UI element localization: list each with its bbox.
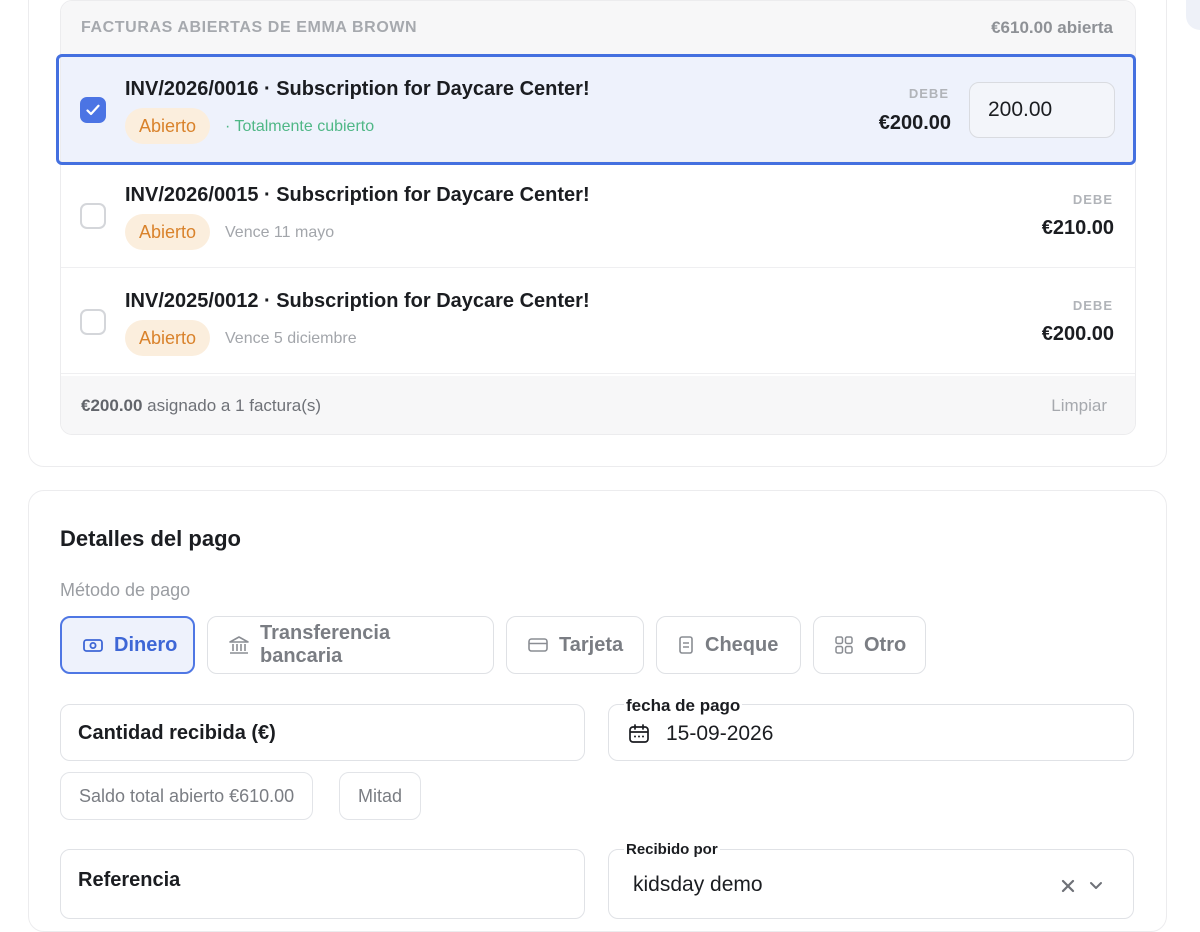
open-invoices-title: FACTURAS ABIERTAS DE EMMA BROWN	[81, 19, 418, 36]
payment-method-label-text: Tarjeta	[559, 633, 624, 656]
invoice-checkbox[interactable]	[80, 203, 106, 229]
received-by-select[interactable]: kidsday demo	[608, 849, 1134, 919]
grid-icon	[835, 636, 853, 654]
invoice-title: INV/2026/0015 · Subscription for Daycare…	[125, 184, 590, 206]
reference-field[interactable]: Referencia	[60, 849, 585, 919]
invoice-row[interactable]: INV/2026/0015 · Subscription for Daycare…	[61, 162, 1135, 268]
received-by-value: kidsday demo	[633, 873, 763, 896]
due-label: DEBE	[908, 86, 949, 101]
status-badge: Abierto	[125, 320, 211, 356]
open-invoices-panel: FACTURAS ABIERTAS DE EMMA BROWN €610.00 …	[60, 0, 1136, 435]
open-invoices-header: FACTURAS ABIERTAS DE EMMA BROWN €610.00 …	[61, 1, 1135, 56]
open-invoices-total: €610.00 abierta	[991, 18, 1113, 37]
amount-received-field[interactable]: Cantidad recibida (€)	[60, 704, 585, 761]
invoice-title: INV/2026/0016 · Subscription for Daycare…	[125, 78, 590, 100]
payment-method-label-text: Cheque	[705, 633, 779, 656]
status-badge: Abierto	[125, 214, 211, 250]
invoice-title: INV/2025/0012 · Subscription for Daycare…	[125, 290, 590, 312]
due-amount: €200.00	[878, 112, 951, 134]
coverage-note: · Totalmente cubierto	[225, 118, 375, 135]
allocation-amount-input[interactable]	[969, 82, 1115, 138]
payment-method-bank-transfer-button[interactable]: Transferencia bancaria	[207, 616, 494, 674]
payment-date-value: 15-09-2026	[666, 722, 774, 745]
allocation-summary: €200.00 asignado a 1 factura(s)	[81, 396, 321, 416]
invoice-checkbox[interactable]	[80, 97, 106, 123]
check-icon	[86, 104, 100, 116]
side-panel-edge	[1186, 0, 1200, 30]
payment-date-label: fecha de pago	[624, 696, 743, 716]
invoice-checkbox[interactable]	[80, 309, 106, 335]
full-balance-chip[interactable]: Saldo total abierto €610.00	[60, 772, 314, 820]
due-amount: €200.00	[1041, 323, 1114, 345]
invoice-row[interactable]: INV/2026/0016 · Subscription for Daycare…	[61, 56, 1135, 162]
payment-method-cheque-button[interactable]: Cheque	[656, 616, 801, 674]
payment-method-other-button[interactable]: Otro	[813, 616, 926, 674]
payment-method-label-text: Otro	[864, 633, 907, 656]
allocation-summary-amount: €200.00	[81, 396, 143, 415]
payment-details-title: Detalles del pago	[60, 526, 241, 551]
calendar-icon	[629, 724, 649, 743]
payment-method-label-text: Dinero	[114, 633, 178, 656]
due-amount: €210.00	[1041, 217, 1114, 239]
allocation-summary-bar: €200.00 asignado a 1 factura(s) Limpiar	[61, 376, 1135, 434]
due-label: DEBE	[1072, 192, 1113, 207]
due-label: DEBE	[1072, 298, 1113, 313]
cheque-icon	[679, 636, 693, 654]
invoice-row[interactable]: INV/2025/0012 · Subscription for Daycare…	[61, 268, 1135, 374]
card-icon	[528, 638, 548, 652]
bank-icon	[229, 636, 249, 654]
received-by-label: Recibido por	[624, 841, 720, 858]
payment-method-label-text: Transferencia bancaria	[260, 622, 391, 667]
due-date-note: Vence 11 mayo	[225, 224, 335, 241]
clear-allocation-button[interactable]: Limpiar	[1051, 396, 1107, 416]
chevron-down-icon[interactable]	[1088, 877, 1104, 893]
reference-label: Referencia	[78, 869, 181, 891]
amount-received-label: Cantidad recibida (€)	[78, 722, 276, 744]
payment-method-label: Método de pago	[60, 580, 191, 600]
half-balance-chip[interactable]: Mitad	[339, 772, 422, 820]
cash-icon	[83, 639, 103, 652]
status-badge: Abierto	[125, 108, 211, 144]
payment-method-cash-button[interactable]: Dinero	[60, 616, 195, 674]
due-date-note: Vence 5 diciembre	[225, 330, 357, 347]
payment-method-card-button[interactable]: Tarjeta	[506, 616, 644, 674]
allocation-summary-text: asignado a 1 factura(s)	[142, 396, 322, 415]
clear-icon[interactable]	[1060, 878, 1076, 894]
